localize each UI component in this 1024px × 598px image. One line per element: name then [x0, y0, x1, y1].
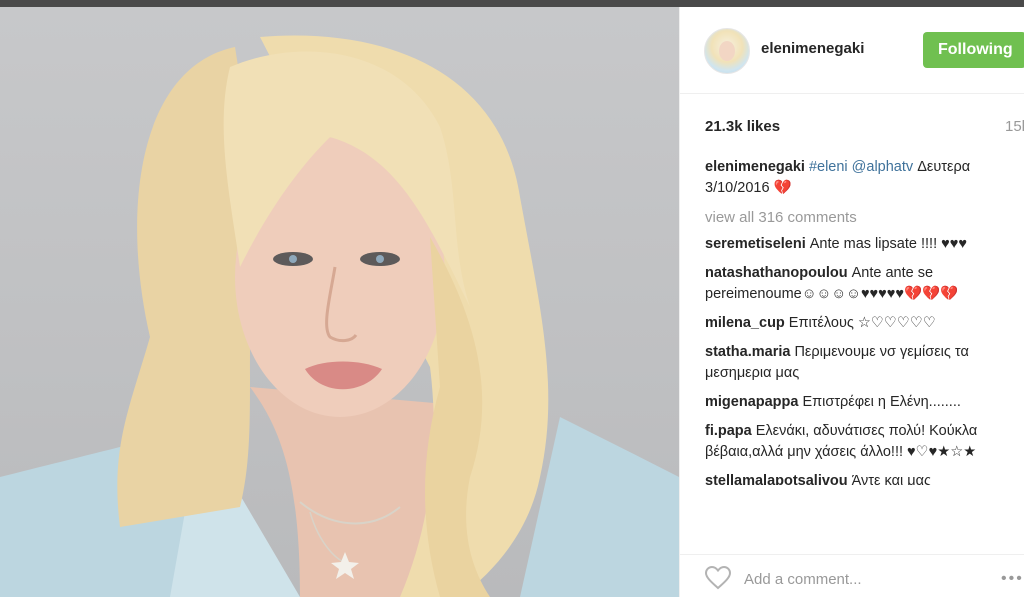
comment-text: Επιτέλους ☆♡♡♡♡♡: [788, 315, 936, 331]
comment-username[interactable]: natashathanopoulou: [705, 265, 848, 281]
portrait-image: [0, 35, 679, 597]
list-item: fi.papa Ελενάκι, αδυνάτισες πολύ! Κούκλα …: [705, 421, 1010, 463]
caption: elenimenegaki #eleni @alphatv Δευτερα 3/1…: [705, 157, 1010, 199]
comment-username[interactable]: fi.papa: [705, 423, 752, 439]
list-item: milena_cup Επιτέλους ☆♡♡♡♡♡: [705, 313, 1010, 334]
mention-link[interactable]: @alphatv: [852, 159, 913, 175]
comment-username[interactable]: migenapappa: [705, 394, 798, 410]
likes-count[interactable]: 21.3k likes: [705, 118, 780, 135]
browser-top-bar: [0, 0, 1024, 7]
avatar[interactable]: [704, 28, 750, 74]
add-comment-input[interactable]: Add a comment...: [744, 571, 862, 588]
comment-username[interactable]: seremetiseleni: [705, 236, 806, 252]
list-item: seremetiseleni Ante mas lipsate !!!! ♥♥♥: [705, 234, 1010, 255]
list-item: stellamalapotsalivou Άντε και μας: [705, 471, 1010, 485]
post-photo: [0, 7, 679, 597]
post-side-panel: elenimenegaki Following 21.3k likes 15h …: [679, 7, 1024, 598]
comment-footer: Add a comment... •••: [680, 554, 1024, 598]
comment-text: Άντε και μας: [851, 473, 931, 485]
comment-username[interactable]: statha.maria: [705, 344, 790, 360]
more-options-icon[interactable]: •••: [1001, 570, 1024, 588]
hashtag-link[interactable]: #eleni: [809, 159, 848, 175]
heart-outline-icon[interactable]: [705, 566, 731, 590]
following-button[interactable]: Following: [923, 32, 1024, 68]
comment-text: Επιστρέφει η Ελένη........: [802, 394, 961, 410]
username-link[interactable]: elenimenegaki: [761, 40, 864, 57]
view-all-comments-link[interactable]: view all 316 comments: [705, 207, 1024, 228]
comment-list: elenimenegaki #eleni @alphatv Δευτερα 3/1…: [705, 157, 1024, 493]
list-item: statha.maria Περιμενουμε νσ γεμίσεις τα μ…: [705, 342, 1010, 384]
list-item: natashathanopoulou Ante ante se pereimeno…: [705, 263, 1010, 305]
comment-username[interactable]: stellamalapotsalivou: [705, 473, 848, 485]
comment-username[interactable]: milena_cup: [705, 315, 785, 331]
list-item: migenapappa Επιστρέφει η Ελένη........: [705, 392, 1010, 413]
post-header: elenimenegaki Following: [680, 7, 1024, 94]
caption-username[interactable]: elenimenegaki: [705, 159, 805, 175]
post-time[interactable]: 15h: [1005, 118, 1024, 135]
comment-text: Ante mas lipsate !!!! ♥♥♥: [809, 236, 967, 252]
